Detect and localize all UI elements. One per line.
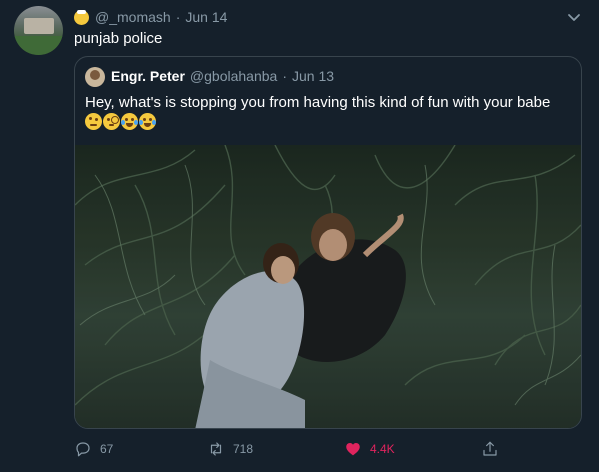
tears-of-joy-emoji-icon <box>121 113 138 130</box>
reply-button[interactable]: 67 <box>74 440 113 458</box>
chevron-down-icon[interactable] <box>566 9 582 25</box>
retweet-icon <box>210 442 222 456</box>
author-handle[interactable]: @_momash <box>95 9 171 25</box>
monocle-emoji-icon <box>103 113 120 130</box>
grass-couple-photo <box>75 145 581 428</box>
separator-dot: · <box>282 68 287 84</box>
separator-dot: · <box>175 9 181 25</box>
like-count: 4.4K <box>370 442 395 456</box>
avatar-building-shape <box>24 18 54 34</box>
reply-count: 67 <box>100 442 114 456</box>
avatar-lawn-shape <box>14 36 63 55</box>
quoted-tweet-date[interactable]: Jun 13 <box>292 68 334 84</box>
quoted-tweet-header: Engr. Peter @gbolahanba · Jun 13 <box>111 68 334 84</box>
quoted-tweet-card[interactable]: Engr. Peter @gbolahanba · Jun 13 Hey, wh… <box>74 56 582 429</box>
share-button[interactable] <box>481 440 507 458</box>
share-icon <box>483 441 497 456</box>
tweet-text: punjab police <box>74 30 163 47</box>
quoted-tweet-photo[interactable] <box>75 145 581 428</box>
tears-of-joy-emoji-icon <box>139 113 156 130</box>
raised-eyebrow-emoji-icon <box>85 113 102 130</box>
previous-tweet-edge <box>0 0 599 3</box>
quoted-author-avatar[interactable] <box>85 67 105 87</box>
reply-icon <box>76 442 90 457</box>
retweet-count: 718 <box>233 442 254 456</box>
name-emoji-icon <box>74 9 89 25</box>
retweet-button[interactable]: 718 <box>207 440 253 458</box>
tweet-actions: 67 718 4.4K <box>74 440 514 462</box>
quoted-tweet-emojis <box>85 113 156 130</box>
tweet-header: @_momash · Jun 14 <box>74 8 227 26</box>
quoted-tweet-text: Hey, what's is stopping you from having … <box>85 94 551 111</box>
heart-icon <box>346 443 360 456</box>
tweet-date[interactable]: Jun 14 <box>185 9 227 25</box>
quoted-author-name[interactable]: Engr. Peter <box>111 68 185 84</box>
author-avatar[interactable] <box>14 6 63 55</box>
quoted-author-handle[interactable]: @gbolahanba <box>190 68 277 84</box>
like-button[interactable]: 4.4K <box>344 440 395 458</box>
